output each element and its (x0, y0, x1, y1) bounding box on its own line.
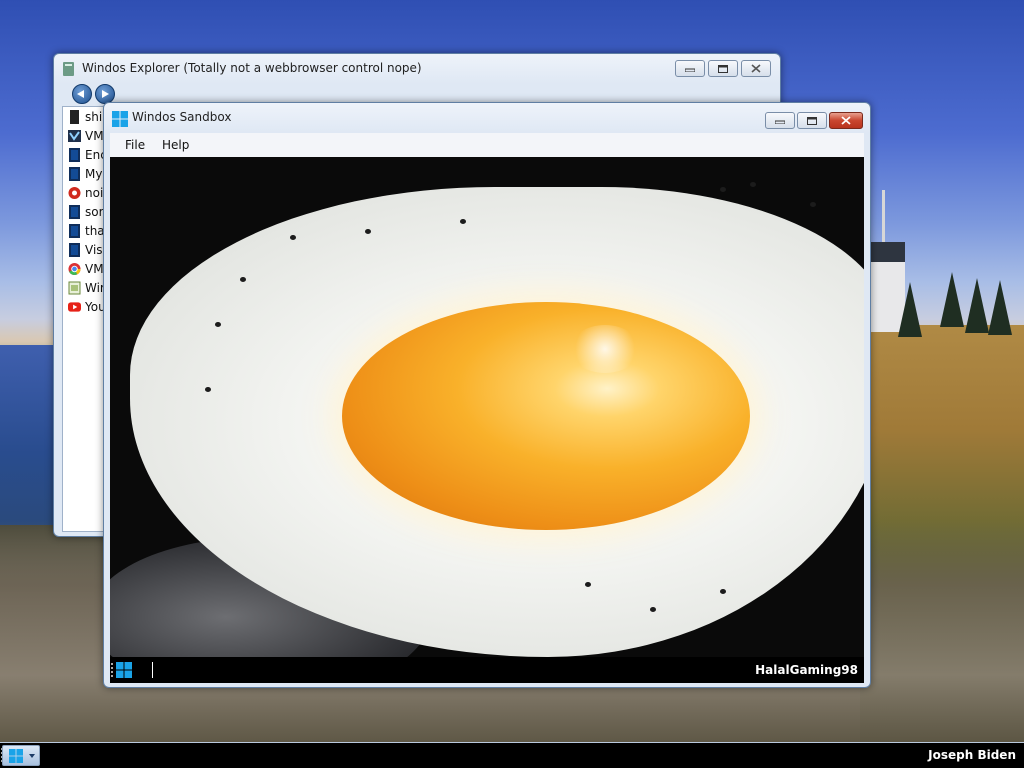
egg-bubble (810, 202, 816, 207)
list-item[interactable]: VM (68, 260, 108, 278)
explorer-minimize-button[interactable] (675, 60, 705, 77)
wallpaper-tree (940, 272, 964, 327)
explorer-title: Windos Explorer (Totally not a webbrowse… (82, 61, 422, 75)
sandbox-start-button[interactable] (116, 662, 132, 678)
egg-bubble (240, 277, 246, 282)
sandbox-menu-bar: File Help (110, 133, 864, 157)
app-icon (69, 205, 80, 219)
app-icon (69, 148, 80, 162)
list-item[interactable]: My (68, 165, 108, 183)
wallpaper-tree (988, 280, 1012, 335)
start-button[interactable] (2, 745, 40, 766)
windows-logo-icon (112, 111, 128, 127)
vm-icon (68, 130, 81, 142)
list-item[interactable]: You (68, 298, 108, 316)
egg-bubble (365, 229, 371, 234)
egg-bubble (720, 187, 726, 192)
explorer-titlebar[interactable]: Windos Explorer (Totally not a webbrowse… (54, 54, 780, 82)
minimize-icon (685, 68, 695, 72)
black-file-icon (70, 110, 79, 124)
egg-bubble (290, 235, 296, 240)
close-icon (841, 116, 851, 125)
egg-bubble (205, 387, 211, 392)
menu-file[interactable]: File (125, 138, 145, 152)
sandbox-close-button[interactable] (829, 112, 863, 129)
maximize-icon (807, 116, 817, 125)
list-item-label: noi (85, 186, 104, 200)
menu-help[interactable]: Help (162, 138, 189, 152)
minimize-icon (775, 120, 785, 124)
explorer-close-button[interactable] (741, 60, 771, 77)
sandbox-user-name: HalalGaming98 (755, 663, 858, 677)
back-arrow-icon[interactable] (72, 84, 92, 104)
app-icon (69, 243, 80, 257)
red-spiral-icon (68, 187, 81, 199)
explorer-maximize-button[interactable] (708, 60, 738, 77)
list-item[interactable]: shi (68, 108, 108, 126)
egg-bubble (215, 322, 221, 327)
egg-bubble (750, 182, 756, 187)
list-item-label: Wir (85, 281, 105, 295)
list-item-label: shi (85, 110, 103, 124)
list-item-label: VM (85, 262, 104, 276)
youtube-icon (68, 302, 81, 312)
windows-logo-icon (9, 749, 23, 763)
list-item[interactable]: Enc (68, 146, 108, 164)
close-icon (751, 64, 761, 73)
list-item-label: VM (85, 129, 104, 143)
list-item[interactable]: sor (68, 203, 108, 221)
maximize-icon (718, 64, 728, 73)
egg-bubble (460, 219, 466, 224)
taskbar-user-name: Joseph Biden (928, 748, 1016, 762)
wallpaper-tree (898, 282, 922, 337)
list-item-label: sor (85, 205, 104, 219)
egg-bubble (585, 582, 591, 587)
explorer-app-icon (63, 62, 74, 76)
list-item[interactable]: Vis (68, 241, 108, 259)
yolk-highlight (570, 325, 640, 373)
chrome-icon (68, 262, 81, 276)
sandbox-window[interactable]: Windos Sandbox File Help HalalGaming98 (103, 102, 871, 688)
wallpaper-tree (965, 278, 989, 333)
list-item[interactable]: tha (68, 222, 108, 240)
egg-bubble (720, 589, 726, 594)
sandbox-title: Windos Sandbox (132, 110, 232, 124)
list-item[interactable]: VM (68, 127, 108, 145)
desktop-taskbar: Joseph Biden (0, 742, 1024, 768)
list-item-label: Vis (85, 243, 103, 257)
chevron-down-icon (29, 754, 35, 758)
sandbox-titlebar[interactable]: Windos Sandbox (104, 103, 870, 131)
text-cursor (152, 662, 153, 678)
sandbox-desktop-view[interactable] (110, 157, 864, 657)
fried-egg-yolk-image (342, 302, 750, 530)
app-icon (69, 224, 80, 238)
sandbox-maximize-button[interactable] (797, 112, 827, 129)
sandbox-minimize-button[interactable] (765, 112, 795, 129)
forward-arrow-icon[interactable] (95, 84, 115, 104)
egg-bubble (650, 607, 656, 612)
list-item-label: tha (85, 224, 105, 238)
list-item[interactable]: noi (68, 184, 108, 202)
app-icon (69, 167, 80, 181)
sandbox-taskbar: HalalGaming98 (110, 657, 864, 683)
window-icon (68, 281, 81, 295)
taskbar-grip[interactable] (111, 663, 113, 677)
list-item[interactable]: Wir (68, 279, 108, 297)
list-item-label: My (85, 167, 103, 181)
